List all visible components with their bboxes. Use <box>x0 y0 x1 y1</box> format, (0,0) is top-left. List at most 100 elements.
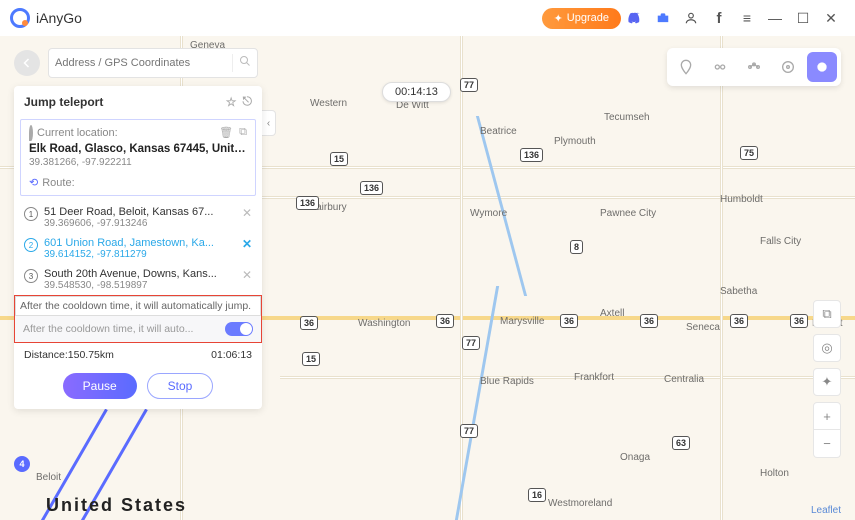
panel-collapse-button[interactable]: ‹ <box>262 110 276 136</box>
highway-shield: 75 <box>740 146 758 160</box>
remove-stop-icon[interactable]: ✕ <box>242 206 252 220</box>
city-label: Tecumseh <box>604 112 650 123</box>
copy-icon[interactable]: ⧉ <box>239 126 247 139</box>
stop-coords: 39.614152, -97.811279 <box>44 249 238 260</box>
upgrade-label: Upgrade <box>567 12 609 24</box>
remove-stop-icon[interactable]: ✕ <box>242 268 252 282</box>
route-stop-2[interactable]: 2 601 Union Road, Jamestown, Ka... 39.61… <box>14 233 262 264</box>
stop-number: 1 <box>24 207 38 221</box>
mode-single-spot[interactable] <box>671 52 701 82</box>
auto-jump-tooltip: After the cooldown time, it will automat… <box>15 296 261 316</box>
account-icon[interactable] <box>677 11 705 25</box>
zoom-in-button[interactable]: + <box>813 402 841 430</box>
pause-button[interactable]: Pause <box>63 373 137 399</box>
highway-shield: 136 <box>296 196 319 210</box>
city-label: Frankfort <box>574 372 614 383</box>
highway-shield: 15 <box>302 352 320 366</box>
mode-toolbar <box>667 48 841 86</box>
city-label: Westmoreland <box>548 498 612 509</box>
export-icon[interactable]: ⎋ <box>243 94 253 109</box>
city-label: Blue Rapids <box>480 376 534 387</box>
maximize-button[interactable]: ☐ <box>789 10 817 27</box>
zoom-out-button[interactable]: − <box>813 430 841 458</box>
jump-teleport-panel: Jump teleport ☆ ⎋ Current location: 🗑 ⧉ … <box>14 86 262 409</box>
mode-joystick[interactable] <box>773 52 803 82</box>
mode-jump-teleport[interactable] <box>807 52 837 82</box>
favorite-icon[interactable]: ☆ <box>226 95 237 109</box>
stop-number: 2 <box>24 238 38 252</box>
highway-shield: 136 <box>360 181 383 195</box>
route-label: Route: <box>42 177 74 189</box>
app-logo <box>10 8 30 28</box>
search-icon[interactable] <box>232 54 251 72</box>
route-stop-1[interactable]: 1 51 Deer Road, Beloit, Kansas 67... 39.… <box>14 202 262 233</box>
facebook-icon[interactable]: f <box>705 10 733 27</box>
auto-jump-row: After the cooldown time, it will auto... <box>15 316 261 342</box>
city-label: Western <box>310 98 347 109</box>
highway-shield: 15 <box>330 152 348 166</box>
highway-shield: 77 <box>460 424 478 438</box>
auto-jump-label: After the cooldown time, it will auto... <box>23 323 225 335</box>
discord-icon[interactable] <box>621 11 649 25</box>
city-label: Falls City <box>760 236 801 247</box>
distance-row: Distance:150.75km 01:06:13 <box>14 343 262 367</box>
city-label: Onaga <box>620 452 650 463</box>
highway-shield: 136 <box>520 148 543 162</box>
city-label: Seneca <box>686 322 720 333</box>
stop-button[interactable]: Stop <box>147 373 214 399</box>
city-label: Plymouth <box>554 136 596 147</box>
city-label: Beloit <box>36 472 61 483</box>
locate-button[interactable]: ◎ <box>813 334 841 362</box>
highway-shield: 77 <box>462 336 480 350</box>
auto-jump-toggle[interactable] <box>225 322 253 336</box>
highway-shield: 36 <box>640 314 658 328</box>
remove-stop-icon[interactable]: ✕ <box>242 237 252 251</box>
city-label: Humboldt <box>720 194 763 205</box>
toolbox-icon[interactable] <box>649 11 677 25</box>
close-button[interactable]: ✕ <box>817 10 845 27</box>
highway-shield: 36 <box>436 314 454 328</box>
mode-two-spot[interactable] <box>705 52 735 82</box>
location-pin-icon <box>29 127 33 139</box>
screenshot-button[interactable]: ⧉ <box>813 300 841 328</box>
city-label: Wymore <box>470 208 507 219</box>
current-location-title: Elk Road, Glasco, Kansas 67445, United S… <box>29 143 247 155</box>
search-input[interactable] <box>55 57 232 69</box>
mode-multi-spot[interactable] <box>739 52 769 82</box>
stop-label: 601 Union Road, Jamestown, Ka... <box>44 237 238 249</box>
stop-label: 51 Deer Road, Beloit, Kansas 67... <box>44 206 238 218</box>
highway-shield: 36 <box>560 314 578 328</box>
city-label: Marysville <box>500 316 544 327</box>
country-label: United States <box>46 495 187 516</box>
stop-coords: 39.369606, -97.913246 <box>44 218 238 229</box>
search-box[interactable] <box>48 48 258 78</box>
map-attribution[interactable]: Leaflet <box>811 505 841 516</box>
highway-shield: 36 <box>300 316 318 330</box>
stop-label: South 20th Avenue, Downs, Kans... <box>44 268 238 280</box>
distance-label: Distance: <box>24 349 68 361</box>
panel-title: Jump teleport <box>24 95 103 109</box>
compass-button[interactable]: ✦ <box>813 368 841 396</box>
city-label: Pawnee City <box>600 208 656 219</box>
delete-icon[interactable]: 🗑 <box>219 126 233 139</box>
city-label: Beatrice <box>480 126 517 137</box>
back-button[interactable] <box>14 50 40 76</box>
highway-shield: 36 <box>790 314 808 328</box>
city-label: Holton <box>760 468 789 479</box>
rocket-icon: ✦ <box>554 12 563 25</box>
menu-icon[interactable]: ≡ <box>733 10 761 26</box>
route-stop-3[interactable]: 3 South 20th Avenue, Downs, Kans... 39.5… <box>14 264 262 295</box>
titlebar: iAnyGo ✦ Upgrade f ≡ — ☐ ✕ <box>0 0 855 36</box>
time-value: 01:06:13 <box>211 349 252 361</box>
city-label: Washington <box>358 318 410 329</box>
app-name: iAnyGo <box>36 10 82 26</box>
highway-shield: 63 <box>672 436 690 450</box>
route-icon: ⟲ <box>29 176 38 189</box>
distance-value: 150.75km <box>68 349 114 361</box>
upgrade-button[interactable]: ✦ Upgrade <box>542 8 621 29</box>
highway-shield: 36 <box>730 314 748 328</box>
minimize-button[interactable]: — <box>761 10 789 26</box>
city-label: Sabetha <box>720 286 757 297</box>
city-label: Centralia <box>664 374 704 385</box>
route-stop-marker[interactable]: 4 <box>14 456 30 472</box>
